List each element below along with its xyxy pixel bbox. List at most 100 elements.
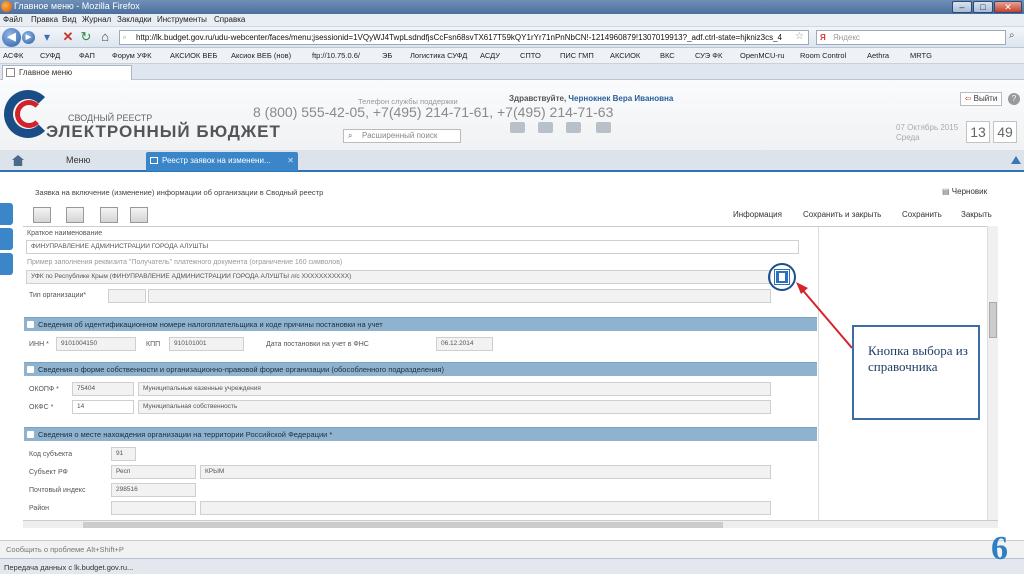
- save-doc-icon[interactable]: [33, 207, 51, 223]
- magnifier-icon[interactable]: ⌕: [1009, 30, 1015, 41]
- bookmarks-bar: АСФК СУФД ФАП Форум УФК АКСИОК ВЕБ Аксио…: [0, 48, 1024, 64]
- district-code-field[interactable]: [111, 501, 196, 515]
- save-link[interactable]: Сохранить: [902, 210, 942, 219]
- reload-icon[interactable]: ↻: [78, 29, 94, 45]
- menu-tools[interactable]: Инструменты: [157, 15, 207, 24]
- mail-icon[interactable]: [596, 122, 611, 133]
- bookmark-item[interactable]: ЭБ: [382, 51, 392, 60]
- attach-icon[interactable]: [130, 207, 148, 223]
- back-button[interactable]: ◀: [2, 28, 21, 47]
- section-location[interactable]: Сведения о месте нахождения организации …: [24, 427, 817, 441]
- chat-icon[interactable]: [538, 122, 553, 133]
- user-name[interactable]: Чернокнек Вера Ивановна: [568, 94, 673, 103]
- payee-field[interactable]: УФК по Республике Крым (ФИНУПРАВЛЕНИЕ АД…: [26, 270, 771, 284]
- inn-field[interactable]: 9101004150: [56, 337, 136, 351]
- notification-icon[interactable]: [566, 122, 581, 133]
- forward-button[interactable]: ▶: [22, 31, 35, 44]
- tab-main-menu[interactable]: Главное меню: [2, 65, 132, 80]
- menu-help[interactable]: Справка: [214, 15, 245, 24]
- tab-registry-requests[interactable]: Реестр заявок на изменени... ✕: [146, 152, 298, 171]
- bookmark-item[interactable]: ВКС: [660, 51, 675, 60]
- exit-label: Выйти: [973, 94, 998, 103]
- bookmark-item[interactable]: Aethra: [867, 51, 889, 60]
- collapse-icon[interactable]: [1011, 156, 1021, 164]
- org-type-name-field[interactable]: [148, 289, 771, 303]
- exit-button[interactable]: ⇦ Выйти: [960, 92, 1002, 106]
- close-window-button[interactable]: ✕: [994, 1, 1022, 13]
- subject-label: Субъект РФ: [29, 469, 68, 476]
- postcode-field[interactable]: 298516: [111, 483, 196, 497]
- bookmark-item[interactable]: Аксиок ВЕБ (нов): [231, 51, 291, 60]
- okfs-name-field[interactable]: Муниципальная собственность: [138, 400, 771, 414]
- save-and-close-link[interactable]: Сохранить и закрыть: [803, 210, 881, 219]
- subject-code-field[interactable]: 91: [111, 447, 136, 461]
- bookmark-item[interactable]: Room Control: [800, 51, 846, 60]
- bookmark-item[interactable]: АСФК: [3, 51, 23, 60]
- section-ownership[interactable]: Сведения о форме собственности и организ…: [24, 362, 817, 376]
- subject-name-field[interactable]: КРЫМ: [200, 465, 771, 479]
- scroll-thumb[interactable]: [989, 302, 997, 338]
- reg-date-field[interactable]: 06.12.2014: [436, 337, 493, 351]
- menu-history[interactable]: Журнал: [82, 15, 111, 24]
- url-bar[interactable]: ▫ http://lk.budget.gov.ru/udu-webcenter/…: [119, 30, 809, 45]
- bookmark-item[interactable]: OpenMCU-ru: [740, 51, 785, 60]
- bookmark-item[interactable]: АКСИОК ВЕБ: [170, 51, 217, 60]
- bookmark-item[interactable]: СУЭ ФК: [695, 51, 722, 60]
- bookmark-item[interactable]: MRTG: [910, 51, 932, 60]
- horizontal-scrollbar[interactable]: [23, 520, 998, 528]
- home-icon[interactable]: ⌂: [97, 29, 113, 45]
- vertical-scrollbar[interactable]: [987, 226, 998, 520]
- home-icon[interactable]: [12, 155, 24, 166]
- menu-view[interactable]: Вид: [62, 15, 76, 24]
- stop-icon[interactable]: ✕: [60, 29, 76, 45]
- scroll-thumb[interactable]: [83, 522, 723, 528]
- district-label: Район: [29, 505, 49, 512]
- export-icon[interactable]: [66, 207, 84, 223]
- bookmark-item[interactable]: АКСИОК: [610, 51, 640, 60]
- menu-edit[interactable]: Правка: [31, 15, 58, 24]
- bookmark-item[interactable]: Логистика СУФД: [410, 51, 467, 60]
- search-input[interactable]: Я Яндекс: [816, 30, 1006, 45]
- dropdown-icon[interactable]: ▾: [40, 30, 54, 44]
- okfs-code-field[interactable]: 14: [72, 400, 134, 414]
- callout-box: Кнопка выбора из справочника: [852, 325, 980, 420]
- bookmark-item[interactable]: Форум УФК: [112, 51, 151, 60]
- close-link[interactable]: Закрыть: [961, 210, 992, 219]
- bookmark-item[interactable]: ftp://10.75.0.6/: [312, 51, 360, 60]
- report-problem-link[interactable]: Сообщить о проблеме Alt+Shift+P: [6, 545, 124, 554]
- dictionary-select-button[interactable]: [775, 270, 789, 284]
- side-tab-doc[interactable]: [0, 228, 13, 250]
- district-name-field[interactable]: [200, 501, 771, 515]
- okopf-name-field[interactable]: Муниципальные казенные учреждения: [138, 382, 771, 396]
- tab-label: Главное меню: [19, 68, 73, 77]
- org-type-code-field[interactable]: [108, 289, 146, 303]
- section-inn-kpp[interactable]: Сведения об идентификационном номере нал…: [24, 317, 817, 331]
- bookmark-item[interactable]: СПТО: [520, 51, 541, 60]
- subject-short-field[interactable]: Респ: [111, 465, 196, 479]
- bookmark-item[interactable]: ПИС ГМП: [560, 51, 594, 60]
- cart-icon[interactable]: [510, 122, 525, 133]
- help-icon[interactable]: ?: [1008, 93, 1020, 105]
- bookmark-item[interactable]: ФАП: [79, 51, 95, 60]
- side-tab-list[interactable]: [0, 253, 13, 275]
- side-tab-edit[interactable]: [0, 203, 13, 225]
- short-name-field[interactable]: ФИНУПРАВЛЕНИЕ АДМИНИСТРАЦИИ ГОРОДА АЛУШТ…: [26, 240, 799, 254]
- bookmark-item[interactable]: СУФД: [40, 51, 60, 60]
- bookmark-item[interactable]: АСДУ: [480, 51, 500, 60]
- menu-file[interactable]: Файл: [3, 15, 23, 24]
- minimize-button[interactable]: –: [952, 1, 972, 13]
- date-text: 07 Октябрь 2015: [896, 123, 959, 132]
- info-link[interactable]: Информация: [733, 210, 782, 219]
- menu-link[interactable]: Меню: [66, 155, 90, 165]
- close-tab-icon[interactable]: ✕: [287, 152, 294, 169]
- firefox-icon: [1, 1, 12, 12]
- bookmark-star-icon[interactable]: ☆: [795, 31, 804, 42]
- menu-bookmarks[interactable]: Закладки: [117, 15, 152, 24]
- extended-search-input[interactable]: ⌕ Расширенный поиск: [343, 129, 461, 143]
- maximize-button[interactable]: □: [973, 1, 993, 13]
- okopf-code-field[interactable]: 75404: [72, 382, 134, 396]
- clock-minute: 49: [993, 121, 1017, 143]
- app-footer: Сообщить о проблеме Alt+Shift+P: [0, 540, 1024, 558]
- print-icon[interactable]: [100, 207, 118, 223]
- kpp-field[interactable]: 910101001: [169, 337, 244, 351]
